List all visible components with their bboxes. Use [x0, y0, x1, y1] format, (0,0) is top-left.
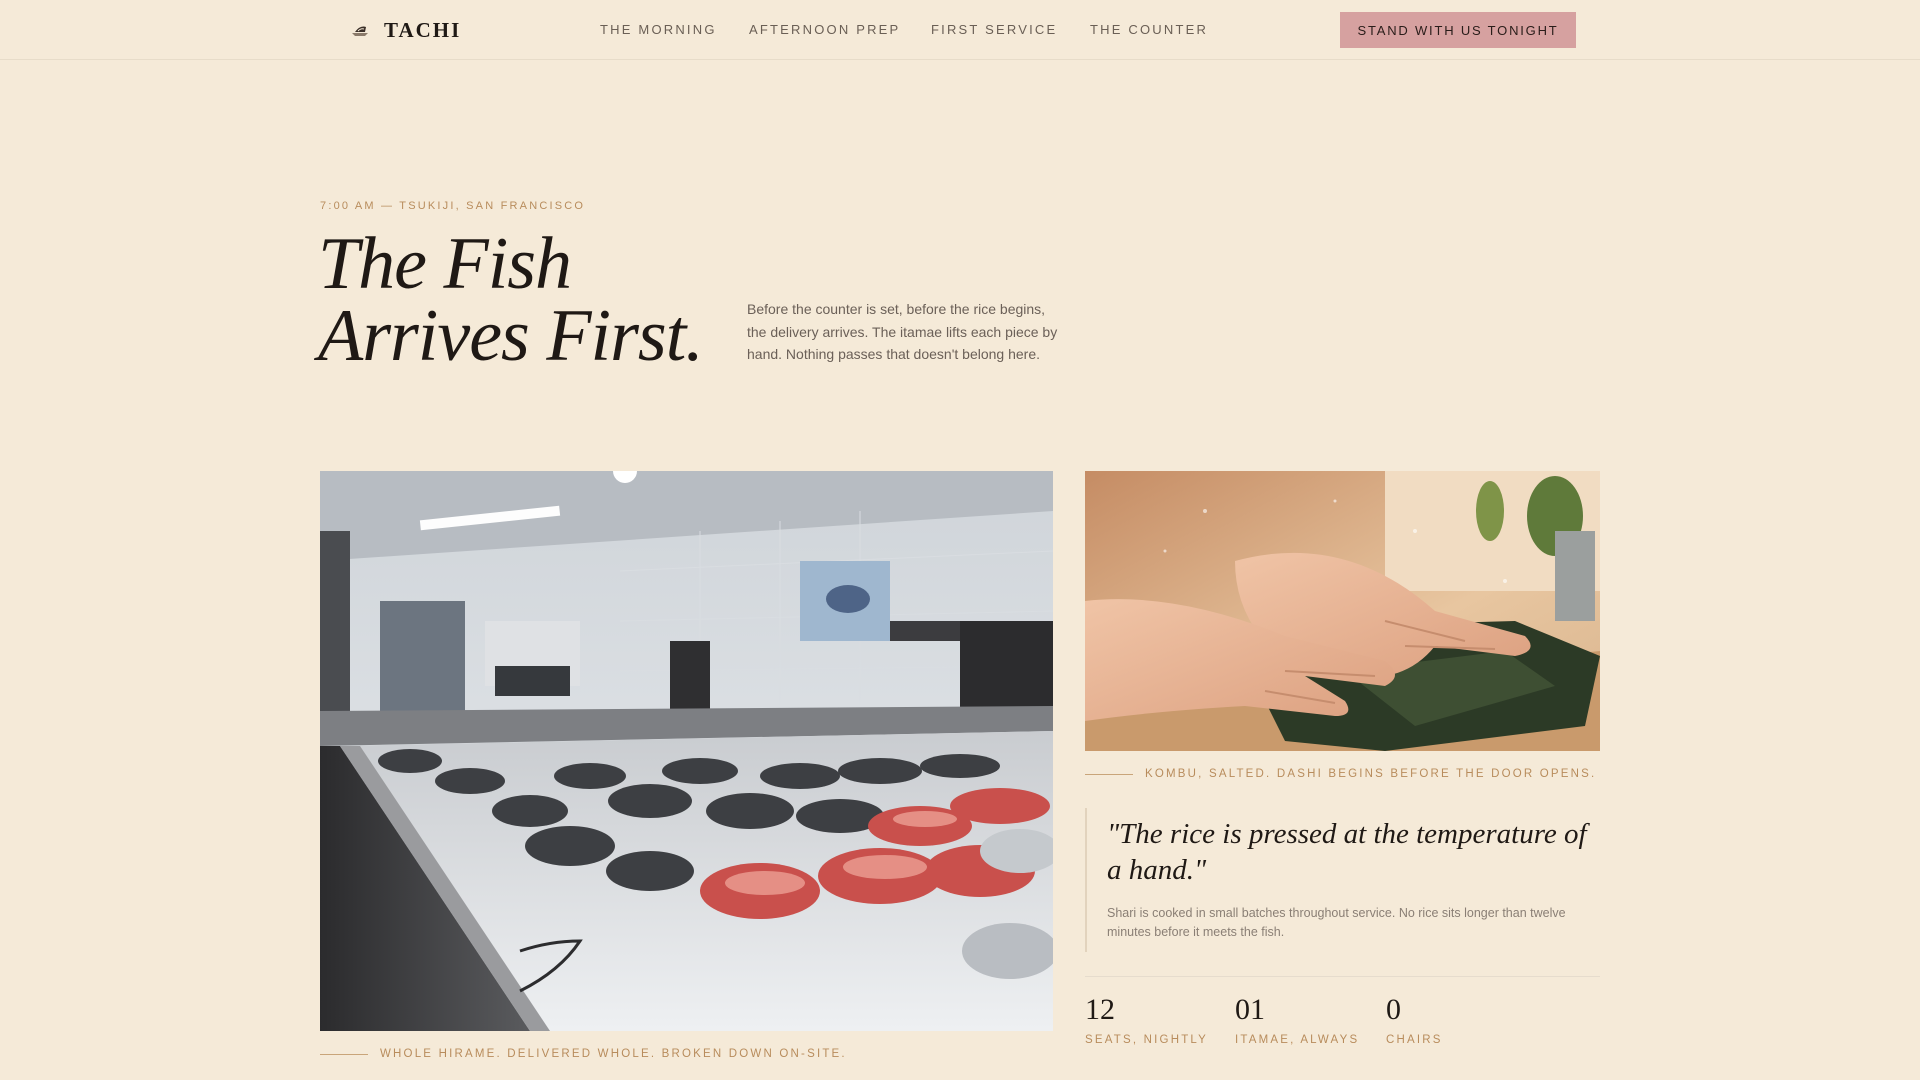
pull-quote: "The rice is pressed at the temperature …	[1085, 808, 1600, 952]
hero-title: The Fish Arrives First.	[318, 223, 758, 377]
fish-photo-caption: WHOLE HIRAME. DELIVERED WHOLE. BROKEN DO…	[320, 1048, 847, 1060]
nori-hands-photo	[1085, 471, 1600, 751]
quote-body: Shari is cooked in small batches through…	[1107, 906, 1566, 939]
caption-rule	[320, 1053, 368, 1055]
nori-photo-caption: KOMBU, SALTED. DASHI BEGINS BEFORE THE D…	[1085, 768, 1596, 780]
stat-seats: 12 SEATS, NIGHTLY	[1085, 992, 1208, 1046]
stat-value: 0	[1386, 993, 1401, 1026]
nori-caption-text: KOMBU, SALTED. DASHI BEGINS BEFORE THE D…	[1145, 768, 1597, 780]
stat-label: SEATS, NIGHTLY	[1085, 1034, 1209, 1046]
nav-first-service[interactable]: FIRST SERVICE	[931, 22, 1057, 37]
hero-title-line-2: Arrives First.	[318, 295, 704, 377]
stats-divider	[1085, 976, 1600, 977]
stat-value: 01	[1235, 993, 1265, 1026]
caption-rule	[1085, 773, 1133, 775]
brand[interactable]: TACHI	[350, 17, 461, 43]
hero-eyebrow: 7:00 AM — TSUKIJI, SAN FRANCISCO	[320, 200, 586, 212]
hero-title-line-1: The Fish	[318, 223, 572, 305]
stat-label: CHAIRS	[1386, 1034, 1443, 1046]
nav-the-counter[interactable]: THE COUNTER	[1090, 22, 1208, 37]
stat-chairs: 0 CHAIRS	[1386, 992, 1443, 1046]
reserve-button[interactable]: STAND WITH US TONIGHT	[1340, 12, 1576, 48]
nav-the-morning[interactable]: THE MORNING	[600, 22, 717, 37]
fish-caption-text: WHOLE HIRAME. DELIVERED WHOLE. BROKEN DO…	[380, 1048, 847, 1060]
fish-market-photo	[320, 471, 1053, 1031]
hero-intro: Before the counter is set, before the ri…	[747, 301, 1058, 362]
sushi-boat-icon	[352, 26, 368, 36]
quote-text: "The rice is pressed at the temperature …	[1107, 818, 1587, 886]
stat-value: 12	[1085, 993, 1115, 1026]
brand-name: TACHI	[384, 17, 462, 42]
stat-label: ITAMAE, ALWAYS	[1235, 1034, 1360, 1046]
nav-afternoon-prep[interactable]: AFTERNOON PREP	[749, 22, 900, 37]
stat-itamae: 01 ITAMAE, ALWAYS	[1235, 992, 1359, 1046]
site-header: TACHI THE MORNING AFTERNOON PREP FIRST S…	[0, 0, 1920, 60]
